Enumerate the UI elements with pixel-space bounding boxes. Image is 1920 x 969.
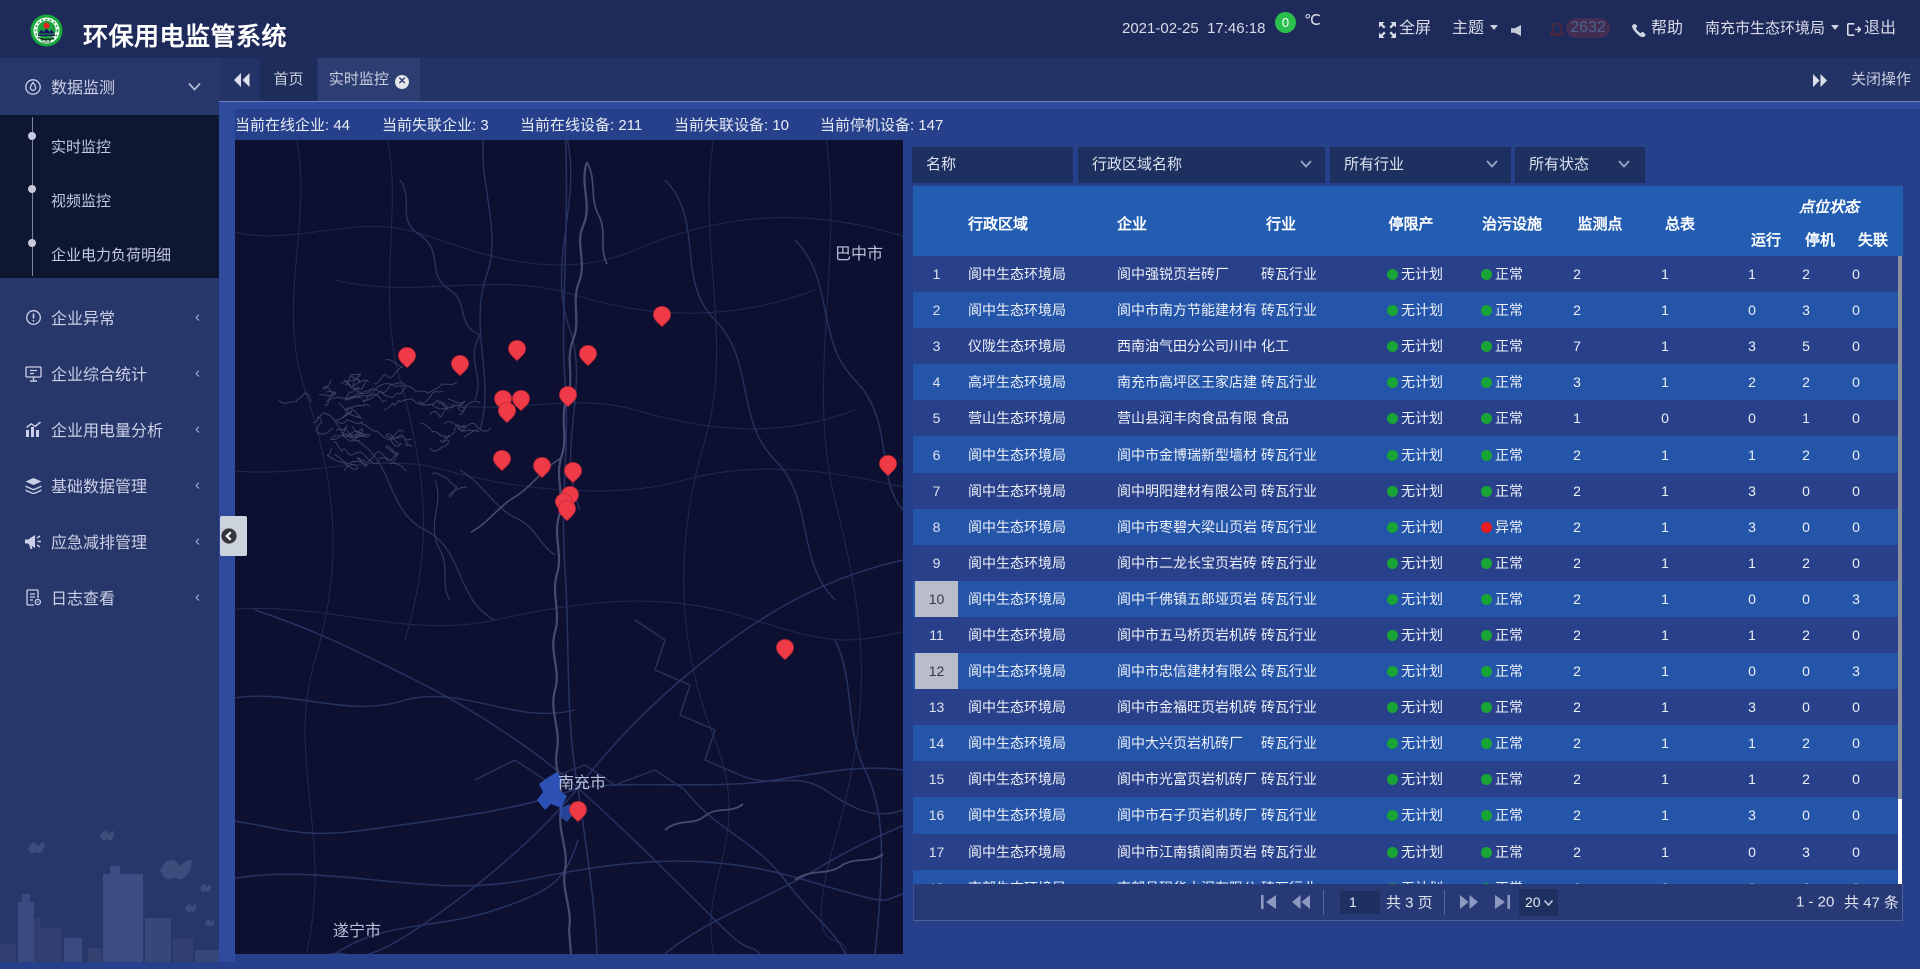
svg-text:遂宁市: 遂宁市 <box>333 922 381 940</box>
svg-text:南充市: 南充市 <box>558 774 606 792</box>
svg-text:巴中市: 巴中市 <box>835 245 883 263</box>
